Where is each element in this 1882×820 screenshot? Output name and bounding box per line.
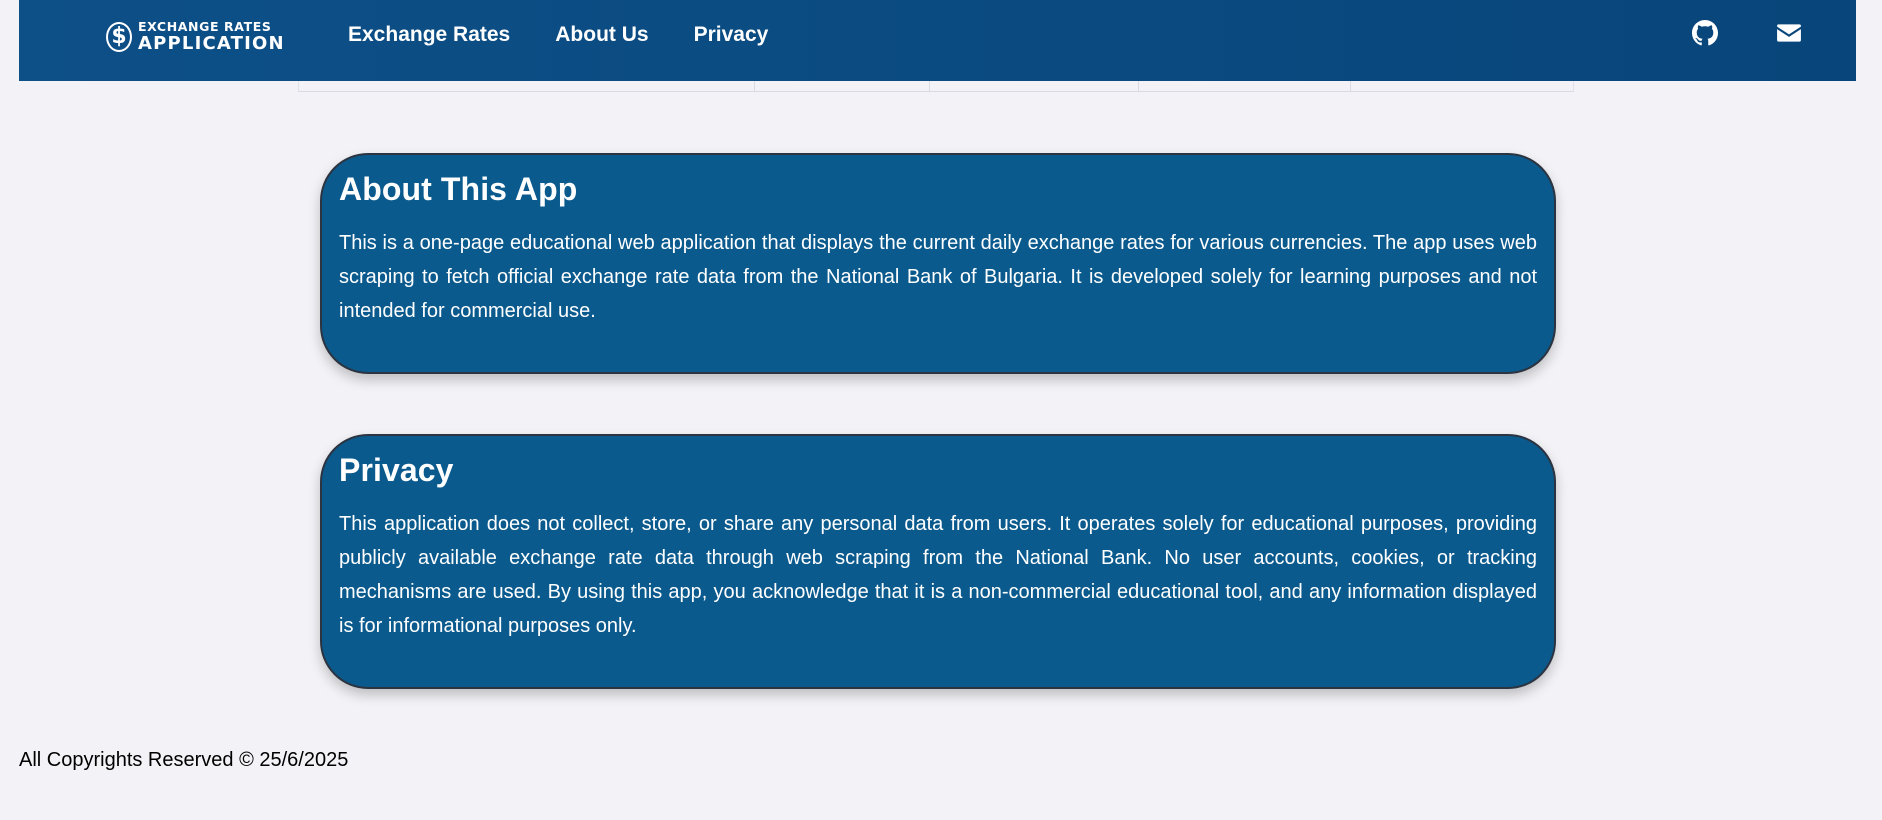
about-title: About This App <box>339 171 578 207</box>
nav-icons <box>1692 20 1802 46</box>
table-column-divider <box>1350 81 1351 92</box>
envelope-icon <box>1777 24 1801 42</box>
exchange-rates-table-edge <box>298 81 1574 92</box>
top-navbar: $ EXCHANGE RATES APPLICATION Exchange Ra… <box>19 0 1856 81</box>
github-icon <box>1692 20 1718 46</box>
dollar-coin-icon: $ <box>106 21 132 52</box>
table-column-divider <box>1138 81 1139 92</box>
nav-links: Exchange Rates About Us Privacy <box>348 23 768 47</box>
privacy-body: This application does not collect, store… <box>339 513 1537 637</box>
brand-line2: APPLICATION <box>138 32 285 54</box>
table-column-divider <box>754 81 755 92</box>
nav-link-exchange-rates[interactable]: Exchange Rates <box>348 23 510 47</box>
nav-link-about-us[interactable]: About Us <box>555 23 648 47</box>
email-link[interactable] <box>1776 20 1802 46</box>
about-card: About This App This is a one-page educat… <box>320 153 1556 374</box>
brand-text: EXCHANGE RATES APPLICATION <box>138 19 285 54</box>
footer-copyright: All Copyrights Reserved © 25/6/2025 <box>19 749 349 771</box>
privacy-card: Privacy This application does not collec… <box>320 434 1556 689</box>
github-link[interactable] <box>1692 20 1718 46</box>
nav-link-privacy[interactable]: Privacy <box>694 23 769 47</box>
brand-logo[interactable]: $ EXCHANGE RATES APPLICATION <box>106 19 285 54</box>
about-body: This is a one-page educational web appli… <box>339 232 1537 322</box>
table-column-divider <box>929 81 930 92</box>
brand-line1: EXCHANGE RATES <box>138 19 272 34</box>
privacy-title: Privacy <box>339 452 454 488</box>
